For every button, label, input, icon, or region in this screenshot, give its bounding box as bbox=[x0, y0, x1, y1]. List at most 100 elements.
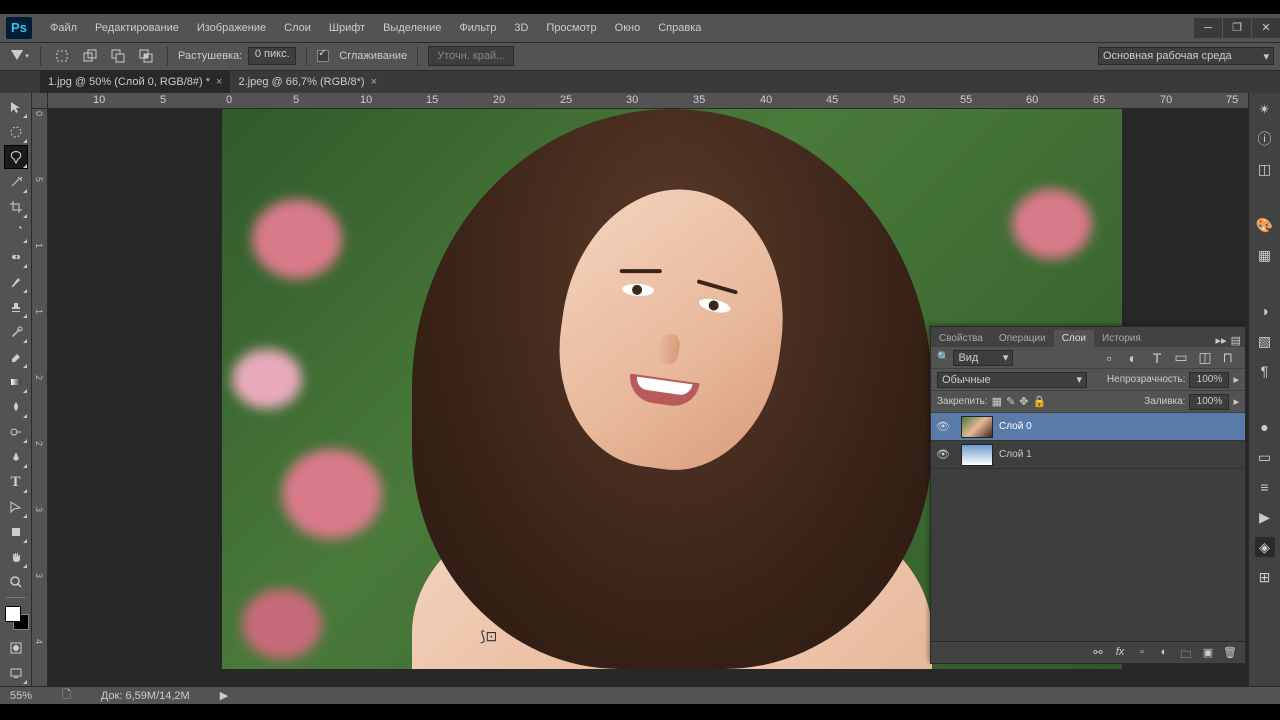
dock-brush-icon[interactable]: ● bbox=[1255, 417, 1275, 437]
tab-layers[interactable]: Слои bbox=[1054, 330, 1094, 347]
tool-preset-icon[interactable]: ▾ bbox=[8, 45, 30, 67]
new-selection-icon[interactable] bbox=[51, 45, 73, 67]
menu-layer[interactable]: Слои bbox=[276, 18, 319, 38]
dock-channels-icon[interactable]: ⊞ bbox=[1255, 567, 1275, 587]
move-tool[interactable] bbox=[4, 95, 28, 119]
marquee-tool[interactable] bbox=[4, 120, 28, 144]
tab-properties[interactable]: Свойства bbox=[931, 330, 991, 347]
tab-history[interactable]: История bbox=[1094, 330, 1149, 347]
blur-tool[interactable] bbox=[4, 395, 28, 419]
lock-pixels-icon[interactable]: ▦ bbox=[992, 395, 1002, 408]
dock-paragraph-icon[interactable]: ≡ bbox=[1255, 477, 1275, 497]
panel-collapse-icon[interactable]: ▸▸ bbox=[1216, 334, 1227, 347]
type-tool[interactable]: T bbox=[4, 470, 28, 494]
dock-swatches-icon[interactable]: ▦ bbox=[1255, 245, 1275, 265]
intersect-selection-icon[interactable] bbox=[135, 45, 157, 67]
menu-filter[interactable]: Фильтр bbox=[451, 18, 504, 38]
color-swatches[interactable] bbox=[3, 604, 29, 630]
adjustment-layer-icon[interactable]: ◐ bbox=[1157, 646, 1171, 660]
dock-character-icon[interactable]: ¶ bbox=[1255, 361, 1275, 381]
fill-flyout-icon[interactable]: ▸ bbox=[1233, 395, 1239, 408]
doc-tab-2[interactable]: 2.jpeg @ 66,7% (RGB/8*) × bbox=[230, 71, 385, 93]
eyedropper-tool[interactable] bbox=[4, 220, 28, 244]
history-brush-tool[interactable] bbox=[4, 320, 28, 344]
status-doc-icon[interactable]: 🗋 bbox=[62, 686, 71, 705]
menu-image[interactable]: Изображение bbox=[189, 18, 274, 38]
screenmode-tool[interactable] bbox=[4, 661, 28, 685]
doc-tab-1[interactable]: 1.jpg @ 50% (Слой 0, RGB/8#) * × bbox=[40, 71, 230, 93]
lock-paint-icon[interactable]: ✎ bbox=[1006, 395, 1015, 408]
delete-layer-icon[interactable]: 🗑 bbox=[1223, 646, 1237, 660]
dock-color-icon[interactable]: 🎨 bbox=[1255, 215, 1275, 235]
brush-tool[interactable] bbox=[4, 270, 28, 294]
layer-filter-dropdown[interactable]: Вид▾ bbox=[953, 350, 1013, 366]
filter-smart-icon[interactable]: ◫ bbox=[1195, 348, 1215, 368]
filter-type-icon[interactable]: T bbox=[1147, 348, 1167, 368]
refine-edge-button[interactable]: Уточн. край... bbox=[428, 46, 514, 66]
layer-thumbnail[interactable] bbox=[961, 444, 993, 466]
menu-window[interactable]: Окно bbox=[607, 18, 649, 38]
filter-adjust-icon[interactable]: ◐ bbox=[1123, 348, 1143, 368]
heal-tool[interactable] bbox=[4, 245, 28, 269]
add-selection-icon[interactable] bbox=[79, 45, 101, 67]
minimize-button[interactable]: ─ bbox=[1194, 18, 1222, 38]
lock-all-icon[interactable]: 🔒 bbox=[1033, 395, 1047, 408]
zoom-level[interactable]: 55% bbox=[10, 690, 32, 702]
menu-3d[interactable]: 3D bbox=[506, 18, 536, 38]
menu-help[interactable]: Справка bbox=[650, 18, 709, 38]
menu-type[interactable]: Шрифт bbox=[321, 18, 373, 38]
shape-tool[interactable] bbox=[4, 520, 28, 544]
workspace-dropdown[interactable]: Основная рабочая среда▾ bbox=[1098, 47, 1274, 65]
menu-file[interactable]: Файл bbox=[42, 18, 85, 38]
status-flyout-icon[interactable]: ▶ bbox=[220, 689, 228, 702]
quickmask-tool[interactable] bbox=[4, 636, 28, 660]
opacity-flyout-icon[interactable]: ▸ bbox=[1233, 373, 1239, 386]
link-layers-icon[interactable]: ⚯ bbox=[1091, 646, 1105, 660]
eraser-tool[interactable] bbox=[4, 345, 28, 369]
hand-tool[interactable] bbox=[4, 545, 28, 569]
layer-group-icon[interactable]: 🗀 bbox=[1179, 646, 1193, 660]
filter-toggle[interactable]: ⊏ bbox=[1219, 348, 1239, 368]
close-button[interactable]: ✕ bbox=[1252, 18, 1280, 38]
foreground-color[interactable] bbox=[5, 606, 21, 622]
dock-clone-icon[interactable]: ▭ bbox=[1255, 447, 1275, 467]
dock-play-icon[interactable]: ▶ bbox=[1255, 507, 1275, 527]
dodge-tool[interactable] bbox=[4, 420, 28, 444]
maximize-button[interactable]: ❐ bbox=[1223, 18, 1251, 38]
dock-layers-icon[interactable]: ◈ bbox=[1255, 537, 1275, 557]
dock-styles-icon[interactable]: ▧ bbox=[1255, 331, 1275, 351]
doc-tab-1-close-icon[interactable]: × bbox=[216, 76, 222, 88]
dock-adjustments-icon[interactable]: ◑ bbox=[1255, 301, 1275, 321]
tab-actions[interactable]: Операции bbox=[991, 330, 1054, 347]
ruler-horizontal[interactable]: 10 5 0 5 10 15 20 25 30 35 40 45 50 55 6… bbox=[48, 93, 1248, 109]
menu-select[interactable]: Выделение bbox=[375, 18, 449, 38]
blend-mode-dropdown[interactable]: Обычные▾ bbox=[937, 372, 1087, 388]
doc-tab-2-close-icon[interactable]: × bbox=[371, 76, 377, 88]
lasso-tool[interactable] bbox=[4, 145, 28, 169]
path-tool[interactable] bbox=[4, 495, 28, 519]
wand-tool[interactable] bbox=[4, 170, 28, 194]
layer-visibility-icon[interactable]: 👁 bbox=[931, 420, 955, 433]
subtract-selection-icon[interactable] bbox=[107, 45, 129, 67]
layer-row-0[interactable]: 👁 Слой 0 bbox=[931, 413, 1245, 441]
stamp-tool[interactable] bbox=[4, 295, 28, 319]
dock-info-icon[interactable]: ⓘ bbox=[1255, 129, 1275, 149]
zoom-tool[interactable] bbox=[4, 570, 28, 594]
new-layer-icon[interactable]: ▣ bbox=[1201, 646, 1215, 660]
panel-menu-icon[interactable]: ▤ bbox=[1231, 334, 1241, 347]
pen-tool[interactable] bbox=[4, 445, 28, 469]
layer-row-1[interactable]: 👁 Слой 1 bbox=[931, 441, 1245, 469]
lock-position-icon[interactable]: ✥ bbox=[1019, 395, 1028, 408]
fill-input[interactable]: 100% bbox=[1189, 394, 1229, 410]
layer-visibility-icon[interactable]: 👁 bbox=[931, 448, 955, 461]
crop-tool[interactable] bbox=[4, 195, 28, 219]
filter-image-icon[interactable]: ▫ bbox=[1099, 348, 1119, 368]
menu-view[interactable]: Просмотр bbox=[538, 18, 604, 38]
antialias-checkbox[interactable] bbox=[317, 50, 329, 62]
opacity-input[interactable]: 100% bbox=[1189, 372, 1229, 388]
layer-mask-icon[interactable]: ▫ bbox=[1135, 646, 1149, 660]
layer-fx-icon[interactable]: fx bbox=[1113, 646, 1127, 660]
menu-edit[interactable]: Редактирование bbox=[87, 18, 187, 38]
feather-input[interactable]: 0 пикс. bbox=[248, 47, 296, 65]
layer-name[interactable]: Слой 0 bbox=[999, 421, 1032, 432]
